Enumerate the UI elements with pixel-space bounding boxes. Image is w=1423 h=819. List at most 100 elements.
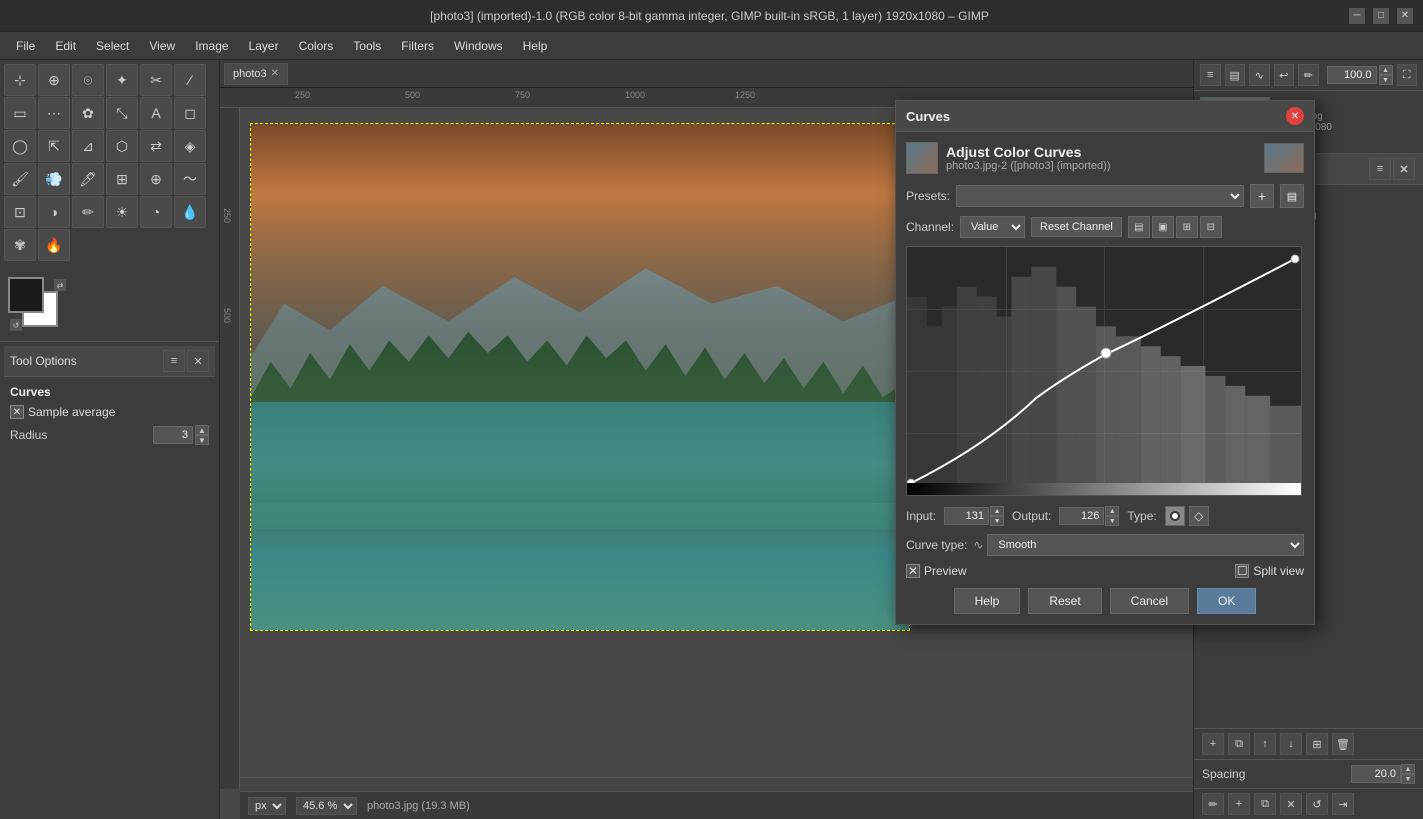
tool-flip[interactable]: ⇄ (140, 130, 172, 162)
duplicate-layer-icon[interactable]: ⧉ (1228, 733, 1250, 755)
pencil-tool-icon[interactable]: ✏ (1298, 64, 1319, 86)
minimize-button[interactable]: ─ (1349, 8, 1365, 24)
output-spin-down[interactable]: ▼ (1105, 516, 1119, 526)
ok-button[interactable]: OK (1197, 588, 1256, 614)
help-button[interactable]: Help (954, 588, 1021, 614)
channel-collapse-icon[interactable]: ⊟ (1200, 216, 1222, 238)
channel-select[interactable]: Value Red Green Blue Alpha (960, 216, 1025, 238)
presets-select[interactable] (956, 185, 1244, 207)
zoom-select[interactable]: 45.6 % (296, 797, 357, 815)
split-view-checkbox[interactable]: ☐ (1235, 564, 1249, 578)
tool-rect-sel[interactable]: ▭ (4, 97, 36, 129)
duplicate-icon[interactable]: ⧉ (1254, 793, 1276, 815)
tool-transform[interactable]: ⤡ (106, 97, 138, 129)
sample-average-checkbox[interactable]: ✕ (10, 405, 24, 419)
merge-layers-icon[interactable]: ⊞ (1306, 733, 1328, 755)
tool-scale[interactable]: ⇱ (38, 130, 70, 162)
tool-text[interactable]: A (140, 97, 172, 129)
tool-persp[interactable]: ⬡ (106, 130, 138, 162)
channel-linear-icon[interactable]: ▤ (1128, 216, 1150, 238)
output-spin-up[interactable]: ▲ (1105, 506, 1119, 516)
menu-tools[interactable]: Tools (345, 36, 389, 56)
type-corner-icon[interactable]: ◇ (1189, 506, 1209, 526)
tool-colorpick[interactable]: 💧 (174, 196, 206, 228)
menu-select[interactable]: Select (88, 36, 137, 56)
tool-path[interactable]: ✾ (4, 229, 36, 261)
zoom-input[interactable] (1327, 66, 1377, 84)
tool-heal[interactable]: ⊕ (140, 163, 172, 195)
tool-options-menu-icon[interactable]: ≡ (163, 350, 185, 372)
layers-close-icon[interactable]: ✕ (1393, 158, 1415, 180)
preset-add-icon[interactable]: + (1250, 184, 1274, 208)
tool-options-close-icon[interactable]: ✕ (187, 350, 209, 372)
swap-colors-icon[interactable]: ⇄ (54, 279, 66, 291)
canvas-tab-close-icon[interactable]: ✕ (271, 68, 279, 79)
canvas-tab-photo3[interactable]: photo3 ✕ (224, 63, 288, 85)
channel-log-icon[interactable]: ▣ (1152, 216, 1174, 238)
menu-view[interactable]: View (141, 36, 183, 56)
tool-airbrush[interactable]: 💨 (38, 163, 70, 195)
preview-x-icon[interactable]: ✕ (906, 564, 920, 578)
menu-layer[interactable]: Layer (241, 36, 287, 56)
tool-cage[interactable]: ◈ (174, 130, 206, 162)
output-value[interactable] (1059, 507, 1104, 525)
menu-windows[interactable]: Windows (446, 36, 511, 56)
reset-channel-button[interactable]: Reset Channel (1031, 217, 1122, 237)
type-smooth-dot-icon[interactable] (1165, 506, 1185, 526)
tool-clone[interactable]: ⊞ (106, 163, 138, 195)
tool-ink[interactable]: 🖊 (72, 163, 104, 195)
curves-close-button[interactable]: ✕ (1286, 107, 1304, 125)
zoom-spin-down[interactable]: ▼ (1379, 75, 1393, 85)
tool-eraser[interactable]: ◻ (174, 97, 206, 129)
tool-pencil2[interactable]: ∕ (174, 64, 206, 96)
tool-burn[interactable]: ◔ (140, 196, 172, 228)
tool-zoom[interactable]: ⊕ (38, 64, 70, 96)
tool-freehand[interactable]: 🔥 (38, 229, 70, 261)
move-layer-down-icon[interactable]: ↓ (1280, 733, 1302, 755)
menu-edit[interactable]: Edit (47, 36, 84, 56)
menu-image[interactable]: Image (187, 36, 236, 56)
preset-menu-icon[interactable]: ▤ (1280, 184, 1304, 208)
tool-paintbrush[interactable]: 🖌 (4, 163, 36, 195)
tool-ellipse-sel[interactable]: ◯ (4, 130, 36, 162)
tool-blend[interactable]: ◑ (38, 196, 70, 228)
tool-lasso[interactable]: ⌾ (72, 64, 104, 96)
tool-dodge[interactable]: ☀ (106, 196, 138, 228)
move-layer-up-icon[interactable]: ↑ (1254, 733, 1276, 755)
input-spin-up[interactable]: ▲ (990, 506, 1004, 516)
tool-fuzzy-sel[interactable]: ✿ (72, 97, 104, 129)
menu-colors[interactable]: Colors (291, 36, 342, 56)
tool-crop[interactable]: ✂ (140, 64, 172, 96)
edit-icon[interactable]: ✏ (1202, 793, 1224, 815)
new-layer-icon[interactable]: + (1202, 733, 1224, 755)
delete-layer-icon[interactable]: 🗑 (1332, 733, 1354, 755)
input-spin-down[interactable]: ▼ (990, 516, 1004, 526)
export-icon[interactable]: ⇥ (1332, 793, 1354, 815)
curves-graph[interactable] (906, 246, 1302, 496)
spacing-spin-down[interactable]: ▼ (1401, 774, 1415, 784)
curvetype-select[interactable]: Smooth Linear (987, 534, 1304, 556)
radius-spin-down[interactable]: ▼ (195, 435, 209, 445)
spacing-spin-up[interactable]: ▲ (1401, 764, 1415, 774)
fullscreen-icon[interactable]: ⛶ (1397, 64, 1418, 86)
tool-smudge[interactable]: 〜 (174, 163, 206, 195)
menu-filters[interactable]: Filters (393, 36, 442, 56)
paths-icon[interactable]: ∿ (1249, 64, 1270, 86)
layers-menu-icon[interactable]: ≡ (1369, 158, 1391, 180)
tool-pencil[interactable]: ✏ (72, 196, 104, 228)
foreground-color-swatch[interactable] (8, 277, 44, 313)
maximize-button[interactable]: □ (1373, 8, 1389, 24)
tool-magic[interactable]: ✦ (106, 64, 138, 96)
new-icon[interactable]: + (1228, 793, 1250, 815)
tool-free-sel[interactable]: ⋯ (38, 97, 70, 129)
tool-shear[interactable]: ⊿ (72, 130, 104, 162)
radius-spin-up[interactable]: ▲ (195, 425, 209, 435)
radius-input[interactable] (153, 426, 193, 444)
menu-help[interactable]: Help (515, 36, 556, 56)
spacing-input[interactable] (1351, 765, 1401, 783)
reset-colors-icon[interactable]: ↺ (10, 319, 22, 331)
tool-bucket[interactable]: ⊡ (4, 196, 36, 228)
channel-expand-icon[interactable]: ⊞ (1176, 216, 1198, 238)
tool-cursor[interactable]: ⊹ (4, 64, 36, 96)
zoom-spin-up[interactable]: ▲ (1379, 65, 1393, 75)
